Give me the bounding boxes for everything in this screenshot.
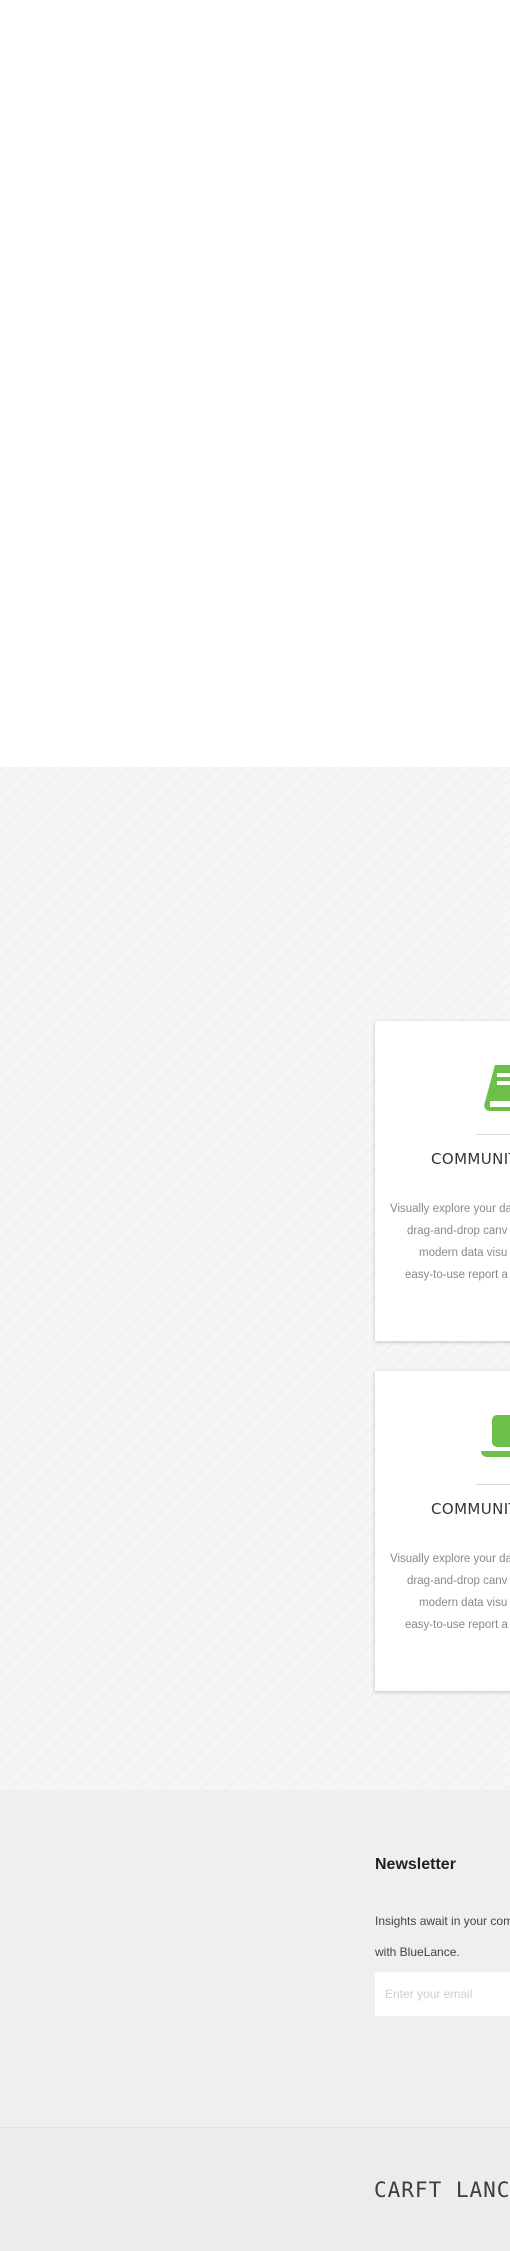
- card-description-line: Visually explore your da: [390, 1553, 510, 1565]
- footer: CARFT LANCE: [0, 2128, 510, 2251]
- feature-card-community-2: COMMUNIT Visually explore your da drag-a…: [375, 1371, 510, 1691]
- footer-logo[interactable]: CARFT LANCE: [374, 2178, 510, 2202]
- card-description-line: modern data visu: [419, 1597, 508, 1609]
- card-description-line: Visually explore your da: [390, 1203, 510, 1215]
- newsletter-title: Newsletter: [375, 1856, 456, 1873]
- book-icon: [484, 1065, 510, 1111]
- card-description-line: drag-and-drop canv: [407, 1575, 508, 1587]
- card-description-line: modern data visu: [419, 1247, 508, 1259]
- hero-section: [0, 0, 510, 767]
- card-divider: [476, 1134, 510, 1135]
- card-description: Visually explore your da drag-and-drop c…: [375, 1548, 510, 1636]
- card-description-line: easy-to-use report a: [405, 1619, 508, 1631]
- newsletter-description-line: with BlueLance.: [375, 1945, 460, 1959]
- laptop-icon: [481, 1415, 510, 1457]
- card-title: COMMUNIT: [431, 1150, 510, 1168]
- newsletter-description-line: Insights await in your com: [375, 1914, 510, 1928]
- card-description: Visually explore your da drag-and-drop c…: [375, 1198, 510, 1286]
- card-description-line: easy-to-use report a: [405, 1269, 508, 1281]
- card-divider: [476, 1484, 510, 1485]
- feature-card-community: COMMUNIT Visually explore your da drag-a…: [375, 1021, 510, 1341]
- features-section: COMMUNIT Visually explore your da drag-a…: [0, 767, 510, 1790]
- newsletter-section: Newsletter Insights await in your com wi…: [0, 1790, 510, 2127]
- card-description-line: drag-and-drop canv: [407, 1225, 508, 1237]
- newsletter-email-input[interactable]: [375, 1972, 510, 2016]
- newsletter-description: Insights await in your com with BlueLanc…: [375, 1906, 510, 1968]
- card-title: COMMUNIT: [431, 1500, 510, 1518]
